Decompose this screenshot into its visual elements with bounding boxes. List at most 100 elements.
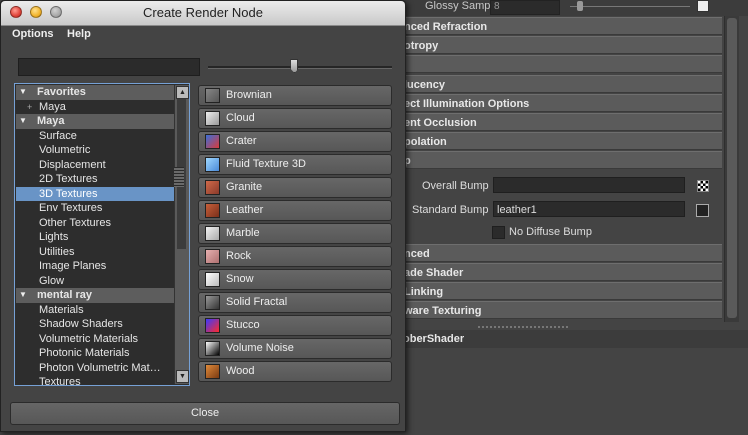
node-button-label: Fluid Texture 3D <box>226 158 306 170</box>
node-button-granite[interactable]: Granite <box>198 177 392 198</box>
attribute-editor-scroll-thumb[interactable] <box>727 18 737 318</box>
marble-icon <box>205 226 220 241</box>
input-connection-icon[interactable] <box>696 204 709 217</box>
tree-item[interactable]: Lights <box>16 230 174 245</box>
attribute-section-header[interactable]: p <box>400 151 722 169</box>
tree-item[interactable]: Other Textures <box>16 216 174 231</box>
attribute-section-header[interactable]: ect Illumination Options <box>400 94 722 112</box>
attribute-section-header[interactable]: nced <box>400 244 722 262</box>
node-button-label: Volume Noise <box>226 342 294 354</box>
tree-item[interactable]: Glow <box>16 274 174 289</box>
tree-item[interactable]: Photon Volumetric Mat… <box>16 361 174 376</box>
node-button-leather[interactable]: Leather <box>198 200 392 221</box>
scroll-down-arrow-icon[interactable]: ▼ <box>176 370 189 383</box>
tree-item[interactable]: Textures <box>16 375 174 385</box>
attribute-section-header[interactable]: ent Occlusion <box>400 113 722 131</box>
node-button-brownian[interactable]: Brownian <box>198 85 392 106</box>
expand-arrow-icon[interactable]: ▼ <box>19 114 27 129</box>
tree-item[interactable]: Image Planes <box>16 259 174 274</box>
node-button-volume-noise[interactable]: Volume Noise <box>198 338 392 359</box>
tree-item-label: Surface <box>39 129 77 142</box>
attribute-section-header[interactable]: polation <box>400 132 722 150</box>
category-list: ▼ Favorites + Maya ▼ Maya Surface Volumetric Dis… <box>16 85 174 385</box>
node-button-crater[interactable]: Crater <box>198 131 392 152</box>
glossy-samples-field[interactable]: 8 <box>490 0 560 15</box>
attribute-section-header[interactable]: nced Refraction <box>400 17 722 35</box>
node-button-label: Wood <box>226 365 255 377</box>
tree-item-label: Env Textures <box>39 202 103 214</box>
attribute-section-header[interactable]: ware Texturing <box>400 301 722 319</box>
search-input[interactable] <box>18 58 200 76</box>
tree-item[interactable]: Shadow Shaders <box>16 317 174 332</box>
minimize-window-button[interactable] <box>30 6 42 18</box>
attribute-section-header[interactable] <box>400 55 722 73</box>
tree-item-label: Volumetric Materials <box>39 332 139 345</box>
attribute-section-header[interactable]: Linking <box>400 282 722 300</box>
menu-options[interactable]: Options <box>12 28 54 40</box>
glossy-samples-slider-knob[interactable] <box>577 1 583 11</box>
tree-item[interactable]: Surface <box>16 129 174 144</box>
node-button-label: Granite <box>226 181 263 193</box>
tree-item[interactable]: Materials <box>16 303 174 318</box>
tree-item[interactable]: Utilities <box>16 245 174 260</box>
glossy-samples-slider[interactable] <box>570 6 690 7</box>
tree-item-label: Favorites <box>37 86 86 98</box>
tree-item[interactable]: 3D Textures <box>16 186 174 201</box>
tree-item-label: Shadow Shaders <box>39 318 123 330</box>
node-button-cloud[interactable]: Cloud <box>198 108 392 129</box>
pane-splitter-grip[interactable] <box>174 167 184 187</box>
tree-category-header[interactable]: ▼ Favorites <box>16 85 174 100</box>
tree-item[interactable]: Photonic Materials <box>16 346 174 361</box>
close-button[interactable]: Close <box>10 402 400 425</box>
close-window-button[interactable] <box>10 6 22 18</box>
expand-arrow-icon[interactable]: ▼ <box>19 85 27 100</box>
tree-item-label: 2D Textures <box>39 173 98 185</box>
title-bar[interactable]: Create Render Node <box>1 1 405 26</box>
tree-item-label: Image Planes <box>39 260 107 272</box>
tree-item-label: Photonic Materials <box>39 347 130 359</box>
tree-item[interactable]: Volumetric Materials <box>16 332 174 347</box>
tree-item[interactable]: Displacement <box>16 158 174 173</box>
tree-item[interactable]: + Maya <box>16 100 174 115</box>
tree-category-header[interactable]: ▼ mental ray <box>16 288 174 303</box>
create-render-node-window: Create Render Node Options Help ▼ Favorit… <box>0 0 406 432</box>
menu-bar: Options Help <box>1 26 405 44</box>
node-button-snow[interactable]: Snow <box>198 269 392 290</box>
icon-size-slider[interactable] <box>208 66 392 69</box>
menu-help[interactable]: Help <box>67 28 91 40</box>
glossy-map-icon[interactable] <box>697 0 709 12</box>
cloud-icon <box>205 111 220 126</box>
attribute-section-header[interactable]: lucency <box>400 75 722 93</box>
icon-size-slider-knob[interactable] <box>290 59 299 73</box>
scroll-up-arrow-icon[interactable]: ▲ <box>176 86 189 99</box>
checker-map-icon[interactable] <box>697 180 709 192</box>
zoom-window-button[interactable] <box>50 6 62 18</box>
tree-item-label: Photon Volumetric Mat… <box>39 361 161 374</box>
node-button-wood[interactable]: Wood <box>198 361 392 382</box>
node-button-marble[interactable]: Marble <box>198 223 392 244</box>
node-button-fluid-texture-3d[interactable]: Fluid Texture 3D <box>198 154 392 175</box>
no-diffuse-bump-checkbox[interactable] <box>492 226 505 239</box>
attribute-section-header[interactable]: ade Shader <box>400 263 722 281</box>
node-button-label: Crater <box>226 135 257 147</box>
category-tree: ▼ Favorites + Maya ▼ Maya Surface Volumetric Dis… <box>14 83 190 386</box>
expand-plus-icon[interactable]: + <box>27 100 32 115</box>
overall-bump-field[interactable] <box>493 177 685 193</box>
solid-fractal-icon <box>205 295 220 310</box>
node-button-rock[interactable]: Rock <box>198 246 392 267</box>
tree-item-label: Materials <box>39 303 84 316</box>
wood-icon <box>205 364 220 379</box>
tree-category-header[interactable]: ▼ Maya <box>16 114 174 129</box>
expand-arrow-icon[interactable]: ▼ <box>19 288 27 303</box>
node-button-solid-fractal[interactable]: Solid Fractal <box>198 292 392 313</box>
node-button-stucco[interactable]: Stucco <box>198 315 392 336</box>
category-tree-scrollbar[interactable]: ▲ ▼ <box>174 85 189 384</box>
tree-item[interactable]: 2D Textures <box>16 172 174 187</box>
tree-item[interactable]: Volumetric <box>16 143 174 158</box>
attribute-section-header[interactable]: otropy <box>400 36 722 54</box>
attribute-editor-scrollbar[interactable] <box>724 16 739 322</box>
standard-bump-field[interactable]: leather1 <box>493 201 685 217</box>
no-diffuse-bump-label: No Diffuse Bump <box>509 226 592 238</box>
tree-item-label: Maya <box>37 115 65 127</box>
tree-item[interactable]: Env Textures <box>16 201 174 216</box>
